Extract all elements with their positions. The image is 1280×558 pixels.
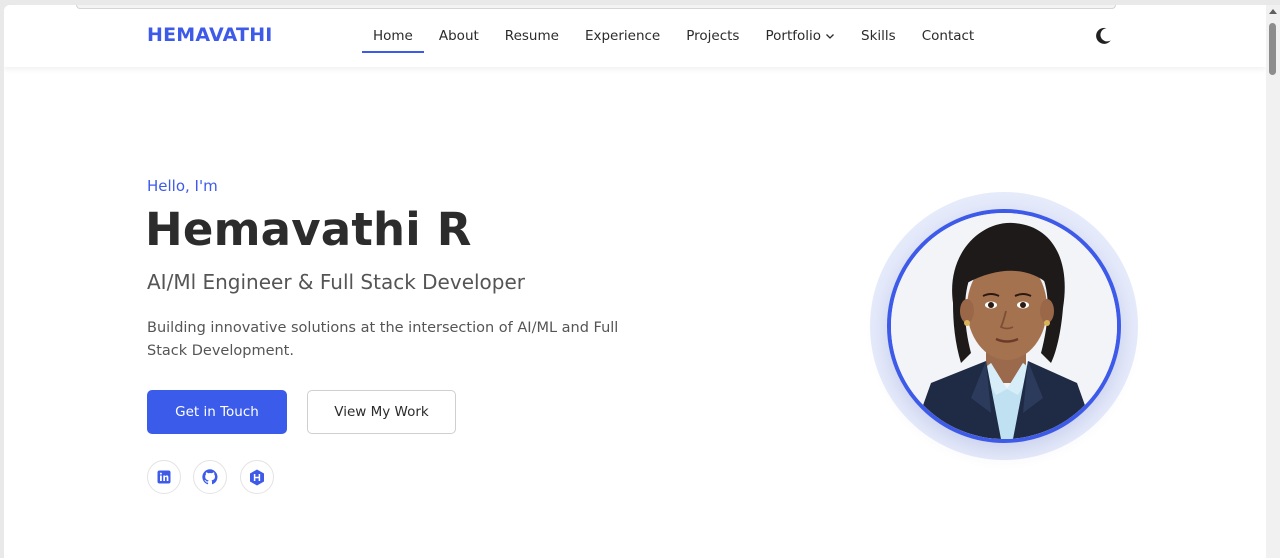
nav-item-resume[interactable]: Resume — [492, 5, 572, 67]
nav-label: Portfolio — [765, 28, 822, 44]
scrollbar[interactable] — [1266, 5, 1280, 558]
nav-label: Experience — [584, 28, 661, 44]
nav-label: Resume — [504, 28, 559, 44]
nav-label: Skills — [861, 28, 896, 44]
hero-description: Building innovative solutions at the int… — [147, 320, 619, 359]
window-top-edge — [76, 5, 1116, 9]
nav-label: About — [438, 28, 479, 44]
linkedin-link[interactable] — [147, 460, 181, 494]
view-my-work-button[interactable]: View My Work — [307, 390, 456, 434]
hackerrank-icon — [250, 469, 264, 485]
navbar: HEMAVATHI Home About Resume Experience P… — [4, 5, 1266, 67]
hero-greeting: Hello, I'm — [147, 177, 218, 195]
chevron-down-icon — [826, 34, 834, 39]
profile-photo — [887, 209, 1121, 443]
linkedin-icon — [157, 470, 171, 484]
nav-item-contact[interactable]: Contact — [909, 5, 988, 67]
nav-label: Home — [373, 28, 413, 44]
nav-label: Contact — [921, 28, 975, 44]
hero-role: AI/Ml Engineer & Full Stack Developer — [147, 270, 526, 294]
nav-item-home[interactable]: Home — [360, 5, 426, 67]
hero-name: Hemavathi R — [145, 203, 472, 256]
nav-item-portfolio[interactable]: Portfolio — [752, 5, 848, 67]
avatar-ring — [870, 192, 1138, 460]
github-icon — [202, 469, 218, 485]
nav-item-projects[interactable]: Projects — [673, 5, 752, 67]
github-link[interactable] — [193, 460, 227, 494]
get-in-touch-button[interactable]: Get in Touch — [147, 390, 287, 434]
scroll-thumb[interactable] — [1269, 23, 1276, 75]
browser-viewport: HEMAVATHI Home About Resume Experience P… — [4, 5, 1266, 558]
nav-item-skills[interactable]: Skills — [848, 5, 909, 67]
profile-photo-illustration — [891, 213, 1117, 439]
scroll-up-arrow[interactable] — [1269, 9, 1277, 14]
hackerrank-link[interactable] — [240, 460, 274, 494]
moon-icon[interactable] — [1092, 25, 1114, 47]
nav-label: Projects — [686, 28, 740, 44]
nav-item-experience[interactable]: Experience — [572, 5, 673, 67]
main-nav: Home About Resume Experience Projects Po… — [360, 5, 987, 67]
brand-logo[interactable]: HEMAVATHI — [147, 24, 273, 46]
nav-item-about[interactable]: About — [426, 5, 492, 67]
